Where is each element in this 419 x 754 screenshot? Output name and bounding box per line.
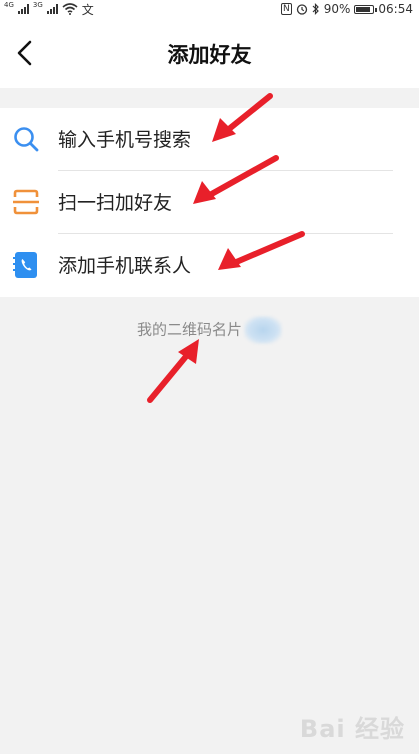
wifi-icon: [62, 3, 78, 15]
baidu-watermark: Bai 经验: [299, 715, 405, 743]
nav-bar: 添加好友: [0, 18, 419, 88]
network-type-label-2: 3G: [32, 0, 43, 9]
scan-add-label: 扫一扫加好友: [58, 192, 173, 214]
arrow-to-qr-card: [147, 339, 199, 403]
battery-percent: 90%: [323, 2, 351, 16]
carrier-glyph: 文: [81, 2, 94, 17]
battery-icon: [354, 4, 378, 14]
phone-contacts-label: 添加手机联系人: [58, 255, 192, 277]
chevron-left-icon[interactable]: [10, 38, 40, 68]
scan-add-item[interactable]: 扫一扫加好友: [0, 171, 419, 234]
blurred-redaction: [244, 316, 282, 344]
scan-icon: [13, 189, 39, 215]
status-bar: 4G 3G 文 N 90% 06:54: [0, 0, 419, 18]
network-type-label: 4G: [4, 0, 14, 9]
status-right: N 90% 06:54: [281, 0, 413, 18]
nfc-icon: N: [281, 3, 292, 15]
signal-icon: [17, 4, 29, 14]
search-phone-label: 输入手机号搜索: [58, 129, 192, 151]
search-icon: [14, 127, 39, 152]
status-left: 4G 3G 文: [4, 0, 94, 18]
clock: 06:54: [378, 2, 413, 16]
bluetooth-icon: [312, 3, 319, 15]
search-phone-item[interactable]: 输入手机号搜索: [0, 108, 419, 171]
phone-contacts-item[interactable]: 添加手机联系人: [0, 234, 419, 297]
signal-icon-2: [46, 4, 58, 14]
add-friend-options: 输入手机号搜索 扫一扫加好友 添加手机联系人: [0, 108, 419, 297]
alarm-icon: [296, 4, 307, 15]
my-qr-card-label: 我的二维码名片: [136, 320, 242, 339]
phone-contacts-icon: [13, 252, 37, 278]
page-title: 添加好友: [167, 43, 252, 67]
my-qr-card-link[interactable]: 我的二维码名片: [0, 316, 419, 344]
